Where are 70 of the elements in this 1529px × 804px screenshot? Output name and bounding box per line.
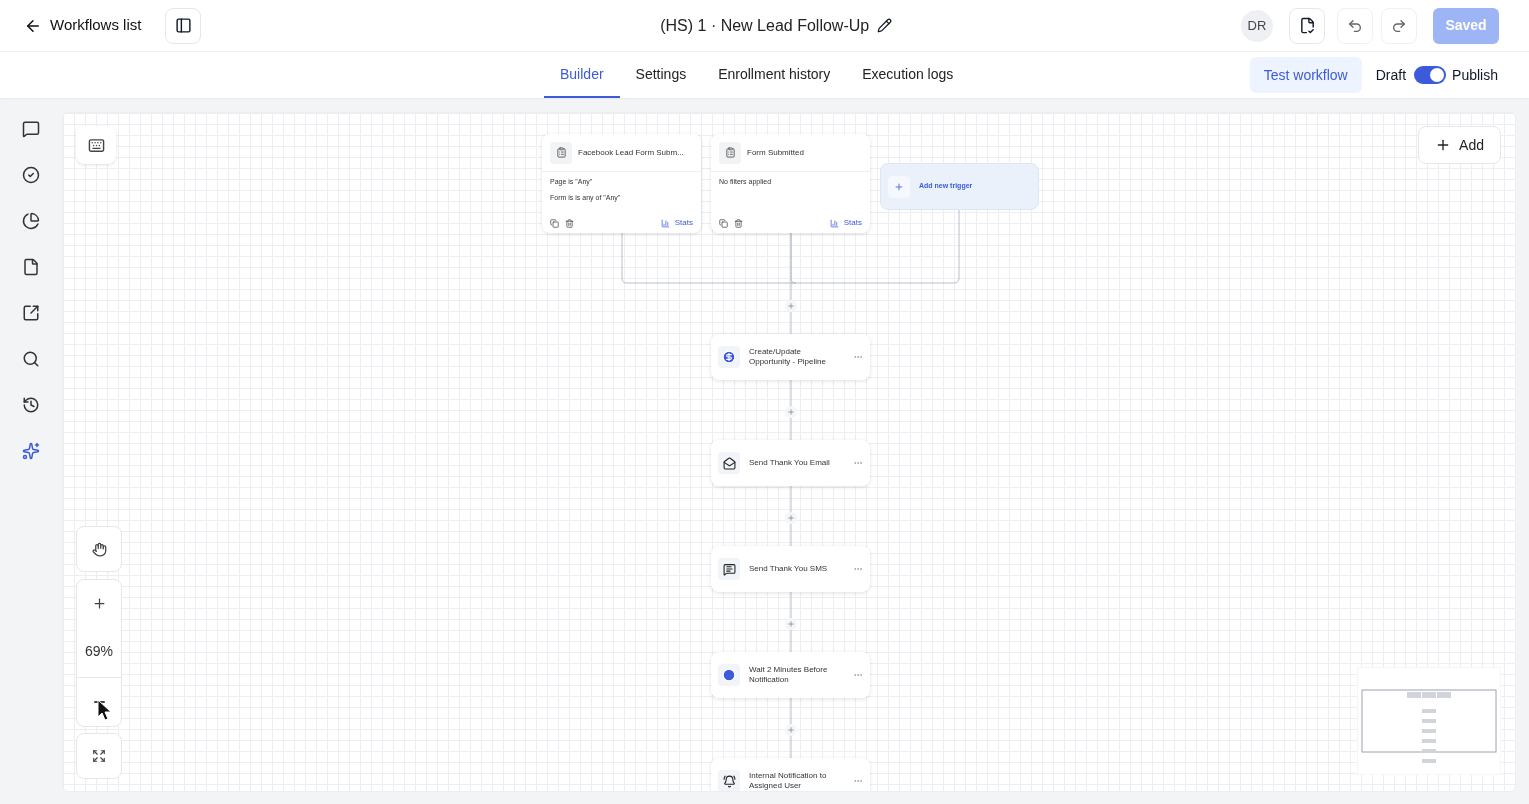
panel-icon — [174, 17, 192, 34]
hand-icon — [91, 541, 107, 557]
mouse-cursor-icon — [97, 699, 113, 721]
draft-label: Draft — [1375, 65, 1407, 85]
copy-icon[interactable] — [719, 218, 728, 228]
redo-button[interactable] — [1381, 7, 1417, 44]
pencil-icon[interactable] — [877, 18, 893, 33]
review-button[interactable] — [1289, 7, 1325, 44]
external-link-icon[interactable] — [22, 304, 40, 322]
avatar[interactable]: DR — [1241, 9, 1273, 42]
stats-link[interactable]: Stats — [660, 217, 693, 229]
document-check-icon — [1298, 17, 1316, 34]
keyboard-icon — [87, 136, 105, 154]
undo-icon — [1347, 17, 1363, 34]
action-card[interactable]: Create/Update Opportunity - Pipeline — [711, 334, 870, 380]
bar-chart-icon — [660, 218, 670, 228]
add-button[interactable]: Add — [1418, 126, 1501, 164]
sidebar-toggle-button[interactable] — [165, 7, 202, 44]
expand-icon — [92, 749, 106, 763]
history-icon[interactable] — [22, 396, 40, 414]
trash-icon[interactable] — [565, 218, 574, 228]
action-card[interactable]: Send Thank You SMS — [711, 546, 870, 592]
action-title: Wait 2 Minutes Before Notification — [749, 665, 829, 685]
action-card[interactable]: Internal Notification to Assigned User — [711, 758, 870, 791]
chat-icon[interactable] — [22, 120, 40, 138]
file-icon[interactable] — [22, 258, 40, 276]
copy-icon[interactable] — [550, 218, 559, 228]
redo-icon — [1391, 17, 1407, 34]
plus-icon — [787, 408, 795, 416]
plus-icon — [787, 620, 795, 628]
action-title: Internal Notification to Assigned User — [749, 771, 828, 791]
sparkles-icon[interactable] — [22, 442, 40, 460]
tab[interactable]: Execution logs — [846, 52, 970, 98]
back-link[interactable]: Workflows list — [16, 14, 150, 37]
clipboard-icon — [724, 147, 736, 158]
fit-view-button[interactable] — [76, 733, 122, 779]
plus-icon — [894, 181, 904, 192]
trigger-title: Form Submitted — [747, 146, 804, 159]
clipboard-icon — [555, 147, 567, 158]
pan-button[interactable] — [76, 526, 122, 572]
action-title: Send Thank You Email — [749, 458, 831, 468]
plus-icon — [787, 302, 795, 310]
publish-label: Publish — [1452, 65, 1498, 85]
action-card[interactable]: Send Thank You Email — [711, 440, 870, 486]
plus-icon — [787, 726, 795, 734]
undo-button[interactable] — [1337, 7, 1373, 44]
stats-link[interactable]: Stats — [829, 217, 862, 229]
check-circle-icon[interactable] — [22, 166, 40, 184]
tab[interactable]: Builder — [544, 52, 620, 98]
dollar-icon — [722, 350, 736, 364]
pie-chart-icon[interactable] — [22, 212, 40, 230]
action-title: Send Thank You SMS — [749, 564, 829, 574]
chat-icon — [722, 562, 736, 576]
search-icon[interactable] — [22, 350, 40, 368]
publish-switch[interactable] — [1414, 66, 1447, 84]
bell-icon — [722, 774, 736, 788]
action-title: Create/Update Opportunity - Pipeline — [749, 347, 827, 367]
envelope-icon — [722, 456, 736, 470]
test-workflow-button[interactable]: Test workflow — [1249, 57, 1362, 93]
tab[interactable]: Enrollment history — [702, 52, 847, 98]
plus-icon — [91, 595, 107, 611]
action-card[interactable]: Wait 2 Minutes Before Notification — [711, 652, 870, 698]
workflow-title: (HS) 1 · New Lead Follow-Up — [660, 15, 870, 36]
bar-chart-icon — [829, 218, 839, 228]
trash-icon[interactable] — [734, 218, 743, 228]
tab[interactable]: Settings — [619, 52, 703, 98]
keyboard-button[interactable] — [76, 126, 116, 164]
trigger-title: Facebook Lead Form Subm... — [578, 146, 684, 159]
zoom-level: 69% — [77, 626, 121, 678]
plus-icon — [787, 514, 795, 522]
